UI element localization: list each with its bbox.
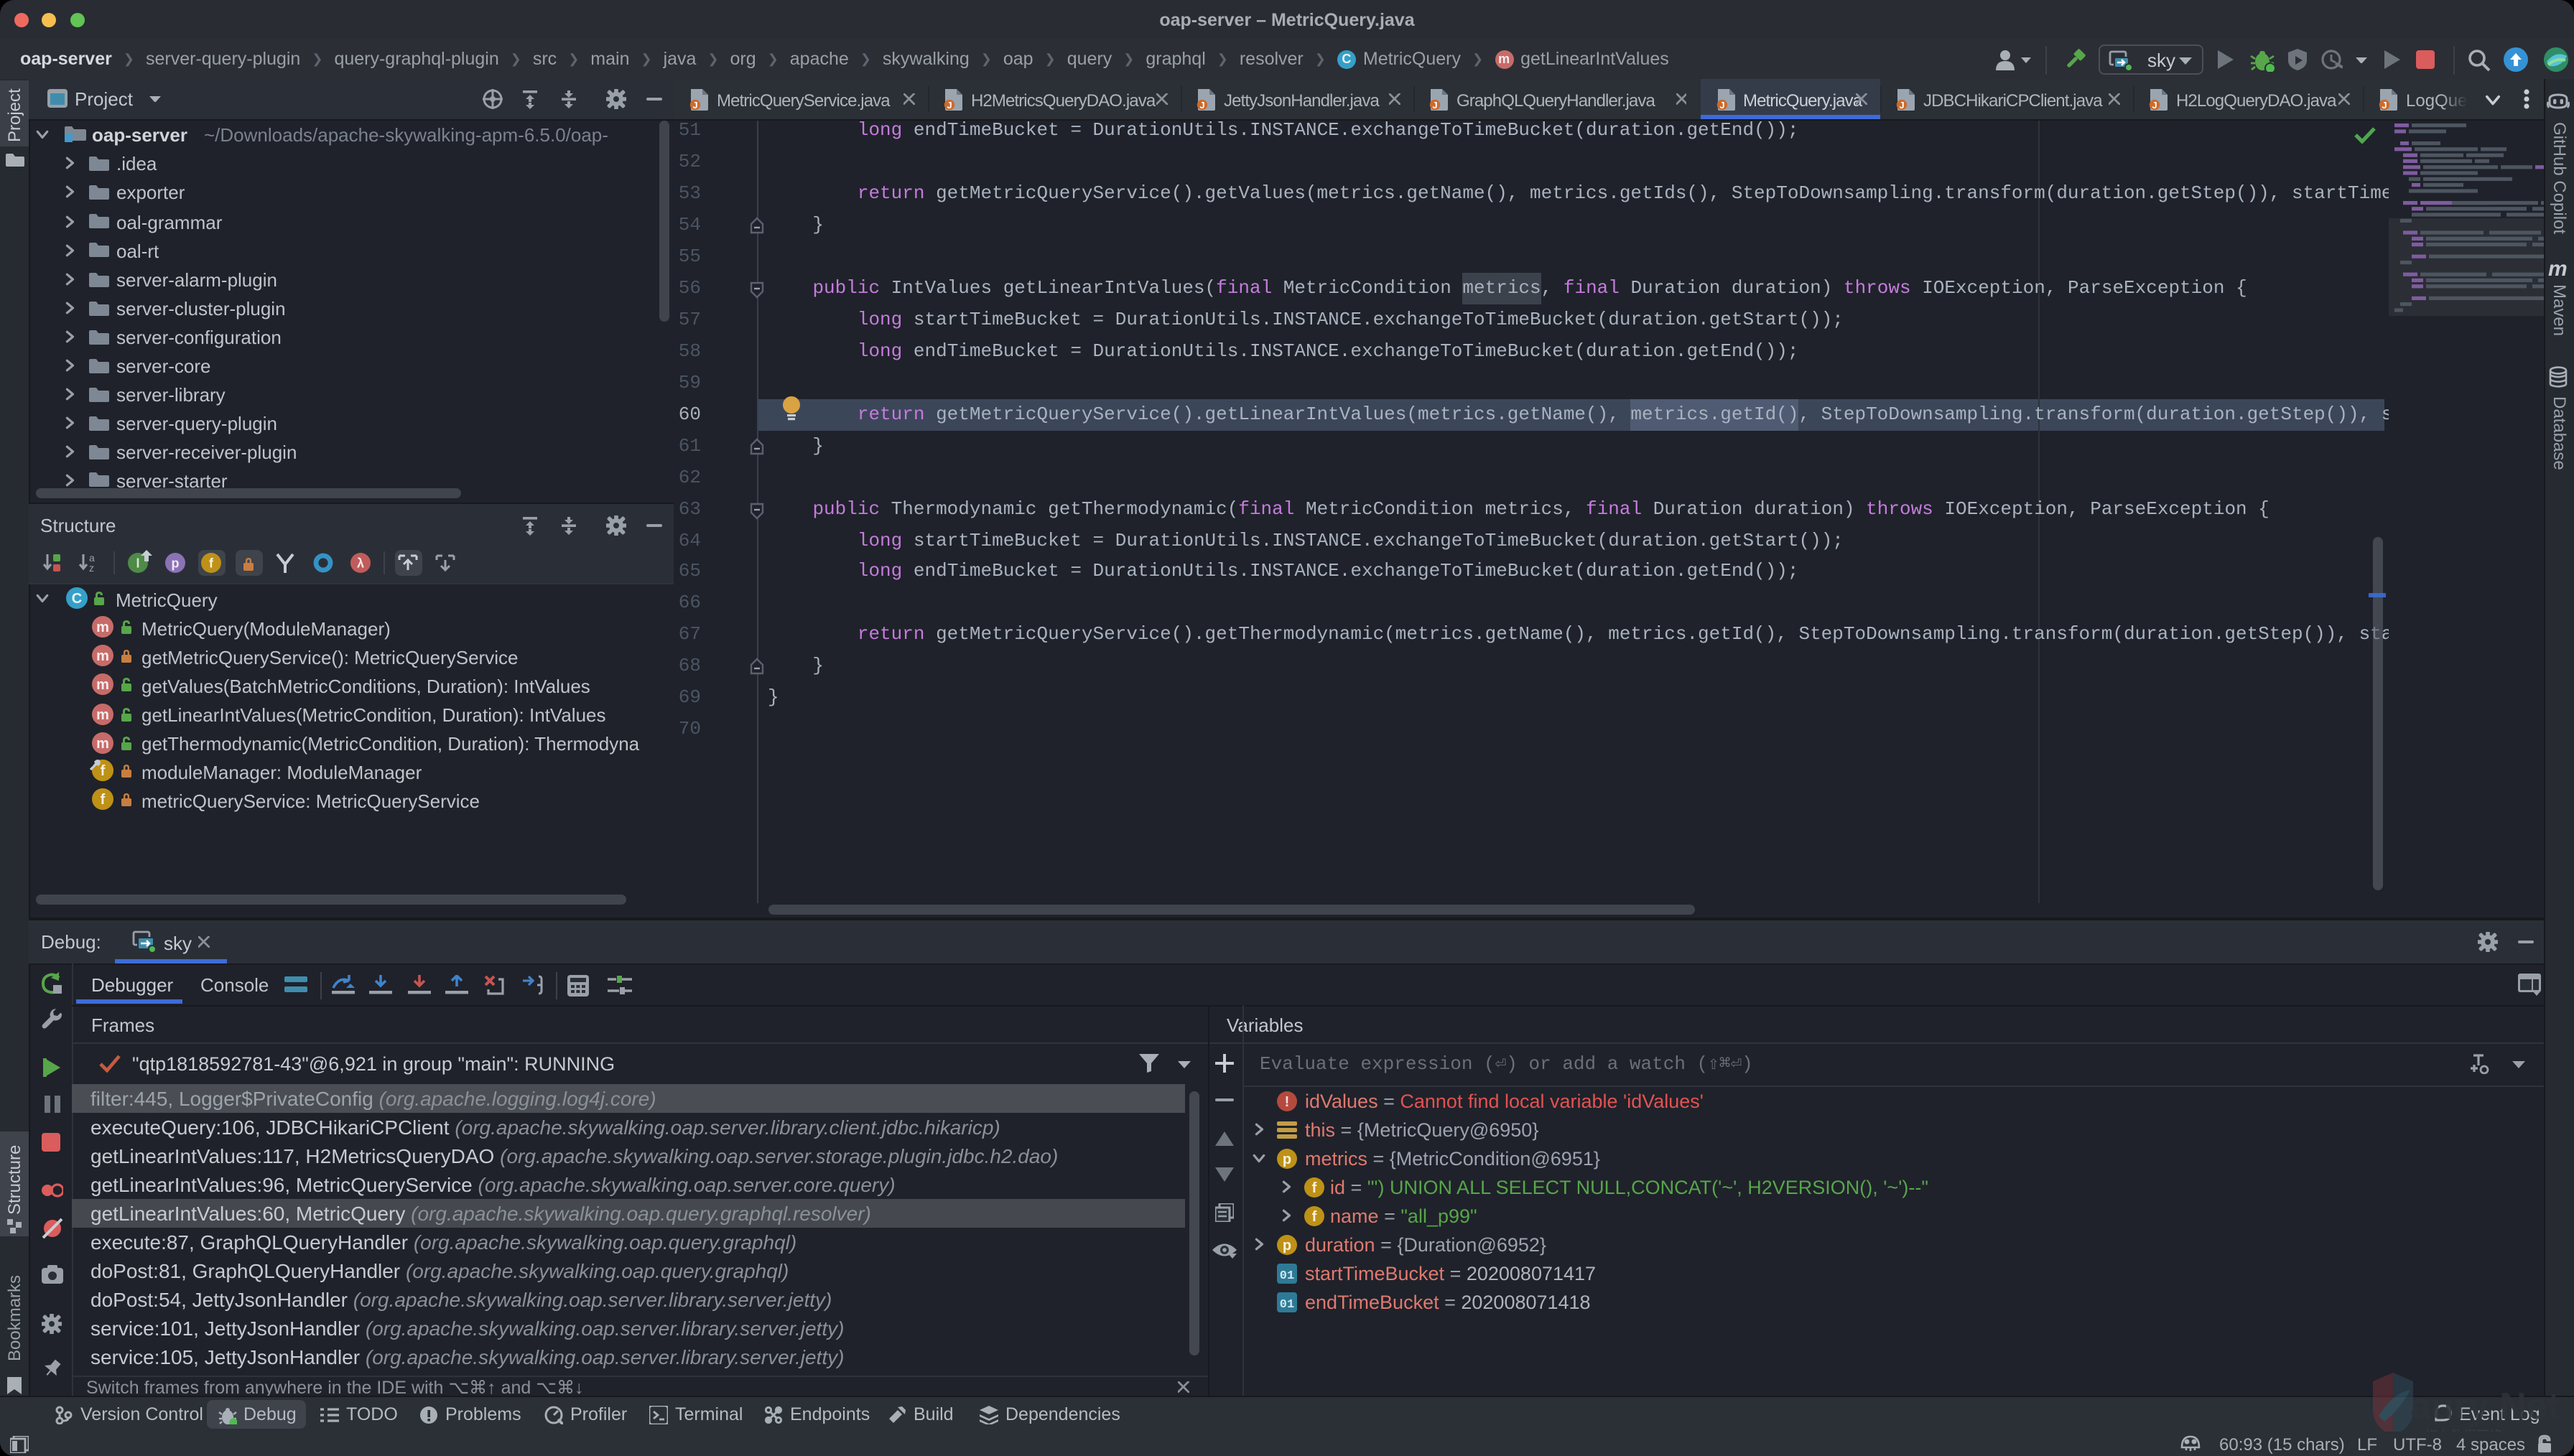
svg-text:m: m [96,648,108,664]
svg-text:λ: λ [357,556,364,570]
svg-text:J: J [1432,100,1437,111]
svg-text:!: ! [1285,1093,1290,1109]
svg-text:f: f [209,556,214,570]
svg-text:p: p [1283,1151,1291,1167]
svg-text:01: 01 [1280,1297,1294,1311]
svg-text:J: J [947,100,952,111]
svg-text:m: m [96,706,108,722]
svg-text:I: I [136,556,139,570]
svg-text:J: J [1199,100,1204,111]
svg-text:f: f [1312,1180,1317,1195]
svg-text:J: J [1899,100,1904,111]
svg-text:p: p [171,556,179,570]
svg-text:01: 01 [1280,1269,1294,1282]
svg-text:J: J [2152,100,2157,111]
svg-text:z: z [89,562,94,573]
svg-text:J: J [1719,100,1724,111]
svg-text:m: m [96,677,108,693]
svg-text:C: C [71,591,81,607]
svg-text:J: J [2382,100,2387,111]
svg-text:m: m [96,735,108,751]
svg-text:J: J [692,100,697,111]
svg-text:p: p [1283,1237,1291,1253]
svg-text:f: f [1312,1208,1317,1224]
svg-text:m: m [96,620,108,635]
svg-text:f: f [100,792,105,808]
